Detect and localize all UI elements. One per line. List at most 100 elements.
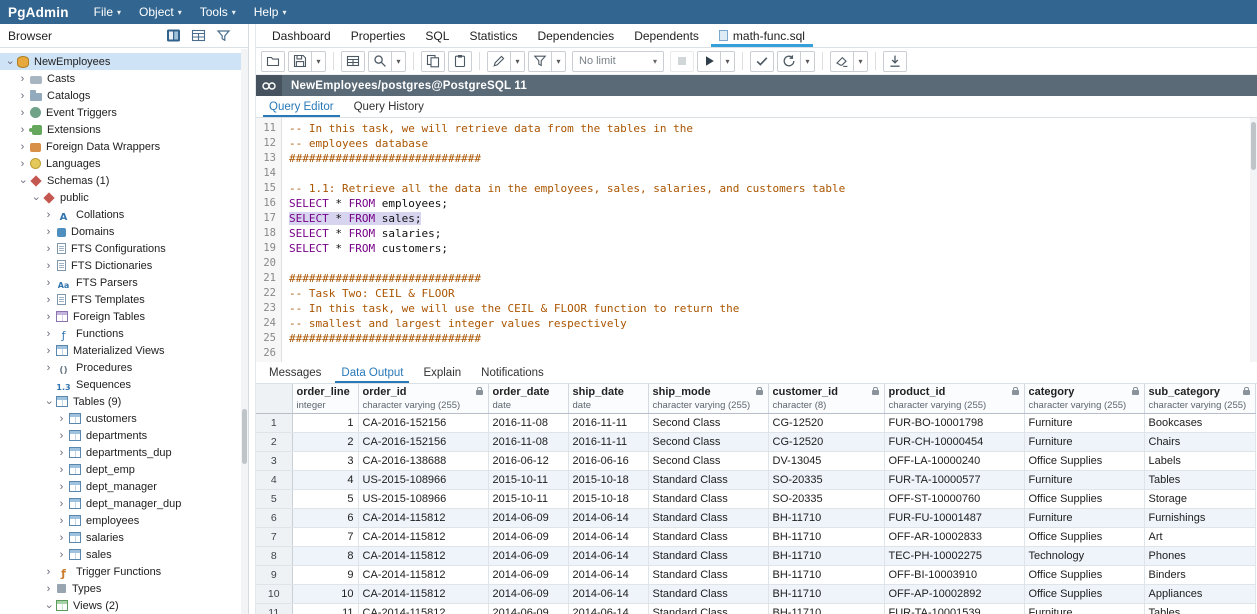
tree-item-employees[interactable]: ›employees [0,512,248,529]
tab-query-history[interactable]: Query History [344,96,434,117]
cell-order_line[interactable]: 8 [292,547,358,566]
tree-scrollbar[interactable] [241,49,248,614]
tree-scrollbar-thumb[interactable] [242,409,247,464]
cell-ship_date[interactable]: 2014-06-14 [568,604,648,614]
cell-category[interactable]: Office Supplies [1024,490,1144,509]
cell-customer_id[interactable]: BH-11710 [768,509,884,528]
cell-product_id[interactable]: OFF-ST-10000760 [884,490,1024,509]
row-number[interactable]: 9 [256,566,292,585]
execute-dropdown-button[interactable]: ▾ [721,51,735,72]
tree-item-types[interactable]: ›Types [0,580,248,597]
column-header-category[interactable]: categorycharacter varying (255) [1024,384,1144,414]
chevron-right-icon[interactable]: › [43,566,54,578]
cell-order_date[interactable]: 2014-06-09 [488,509,568,528]
chevron-right-icon[interactable]: › [43,345,54,357]
cell-order_line[interactable]: 2 [292,433,358,452]
chevron-right-icon[interactable]: › [56,515,67,527]
tree-item-fts-parsers[interactable]: ›FTS Parsers [0,274,248,291]
cell-order_date[interactable]: 2014-06-09 [488,604,568,614]
execute-button[interactable] [697,51,721,72]
cell-customer_id[interactable]: BH-11710 [768,585,884,604]
tree-item-casts[interactable]: ›Casts [0,70,248,87]
tab-math-func-sql[interactable]: math-func.sql [709,24,815,47]
tree-item-sequences[interactable]: Sequences [0,376,248,393]
cell-category[interactable]: Furniture [1024,433,1144,452]
cell-ship_date[interactable]: 2014-06-14 [568,509,648,528]
tab-dashboard[interactable]: Dashboard [262,24,341,47]
chevron-right-icon[interactable]: › [56,498,67,510]
cell-sub_category[interactable]: Art [1144,528,1255,547]
cell-customer_id[interactable]: DV-13045 [768,452,884,471]
tree-item-catalogs[interactable]: ›Catalogs [0,87,248,104]
cell-order_date[interactable]: 2014-06-09 [488,528,568,547]
cell-customer_id[interactable]: BH-11710 [768,547,884,566]
clear-button[interactable] [830,51,854,72]
tree-item-functions[interactable]: ›Functions [0,325,248,342]
chevron-right-icon[interactable]: › [17,107,28,119]
cell-ship_mode[interactable]: Standard Class [648,604,768,614]
cell-category[interactable]: Furniture [1024,604,1144,614]
menu-object[interactable]: Object▾ [130,0,191,24]
tree-item-schemas-1[interactable]: ›Schemas (1) [0,172,248,189]
row-number[interactable]: 2 [256,433,292,452]
cell-sub_category[interactable]: Tables [1144,604,1255,614]
cell-order_line[interactable]: 5 [292,490,358,509]
chevron-right-icon[interactable]: › [56,549,67,561]
chevron-right-icon[interactable]: › [43,226,54,238]
limit-select[interactable]: No limit▾ [572,51,664,72]
chevron-right-icon[interactable]: › [43,311,54,323]
find-dropdown-button[interactable]: ▾ [392,51,406,72]
cell-category[interactable]: Furniture [1024,471,1144,490]
cell-order_line[interactable]: 7 [292,528,358,547]
cell-ship_date[interactable]: 2015-10-18 [568,490,648,509]
menu-file[interactable]: File▾ [85,0,130,24]
tree-item-customers[interactable]: ›customers [0,410,248,427]
cell-sub_category[interactable]: Tables [1144,471,1255,490]
cell-order_id[interactable]: US-2015-108966 [358,490,488,509]
tree-item-dept-emp[interactable]: ›dept_emp [0,461,248,478]
chevron-down-icon[interactable]: › [43,397,55,408]
cell-order_date[interactable]: 2015-10-11 [488,490,568,509]
cell-order_id[interactable]: CA-2016-152156 [358,414,488,433]
cell-order_date[interactable]: 2015-10-11 [488,471,568,490]
edit-button[interactable] [487,51,511,72]
cell-order_id[interactable]: CA-2014-115812 [358,604,488,614]
row-number[interactable]: 5 [256,490,292,509]
cell-order_date[interactable]: 2014-06-09 [488,566,568,585]
tree-item-foreign-data-wrappers[interactable]: ›Foreign Data Wrappers [0,138,248,155]
cell-sub_category[interactable]: Labels [1144,452,1255,471]
tree-item-departments[interactable]: ›departments [0,427,248,444]
chevron-right-icon[interactable]: › [43,583,54,595]
cell-ship_mode[interactable]: Standard Class [648,471,768,490]
cell-product_id[interactable]: OFF-BI-10003910 [884,566,1024,585]
edit-dropdown-button[interactable]: ▾ [511,51,525,72]
tab-messages[interactable]: Messages [259,362,331,383]
cell-customer_id[interactable]: BH-11710 [768,604,884,614]
tab-explain[interactable]: Explain [413,362,471,383]
chevron-right-icon[interactable]: › [56,447,67,459]
tree-item-extensions[interactable]: ›Extensions [0,121,248,138]
cell-customer_id[interactable]: SO-20335 [768,471,884,490]
column-header-customer_id[interactable]: customer_idcharacter (8) [768,384,884,414]
chevron-right-icon[interactable]: › [56,430,67,442]
chevron-right-icon[interactable]: › [17,141,28,153]
editor-scrollbar[interactable] [1250,118,1257,362]
cell-sub_category[interactable]: Phones [1144,547,1255,566]
row-number-header[interactable] [256,384,292,414]
rollback-button[interactable] [777,51,801,72]
cell-product_id[interactable]: FUR-TA-10001539 [884,604,1024,614]
cell-sub_category[interactable]: Storage [1144,490,1255,509]
tree-item-fts-configurations[interactable]: ›FTS Configurations [0,240,248,257]
cell-order_date[interactable]: 2016-06-12 [488,452,568,471]
cell-ship_mode[interactable]: Standard Class [648,509,768,528]
cell-ship_mode[interactable]: Standard Class [648,585,768,604]
cell-order_date[interactable]: 2014-06-09 [488,547,568,566]
cell-order_line[interactable]: 6 [292,509,358,528]
cell-order_id[interactable]: CA-2014-115812 [358,528,488,547]
column-header-order_date[interactable]: order_datedate [488,384,568,414]
filter-dropdown-button[interactable]: ▾ [552,51,566,72]
chevron-right-icon[interactable]: › [43,277,54,289]
tree-item-procedures[interactable]: ›Procedures [0,359,248,376]
cell-customer_id[interactable]: BH-11710 [768,566,884,585]
cell-ship_mode[interactable]: Second Class [648,452,768,471]
